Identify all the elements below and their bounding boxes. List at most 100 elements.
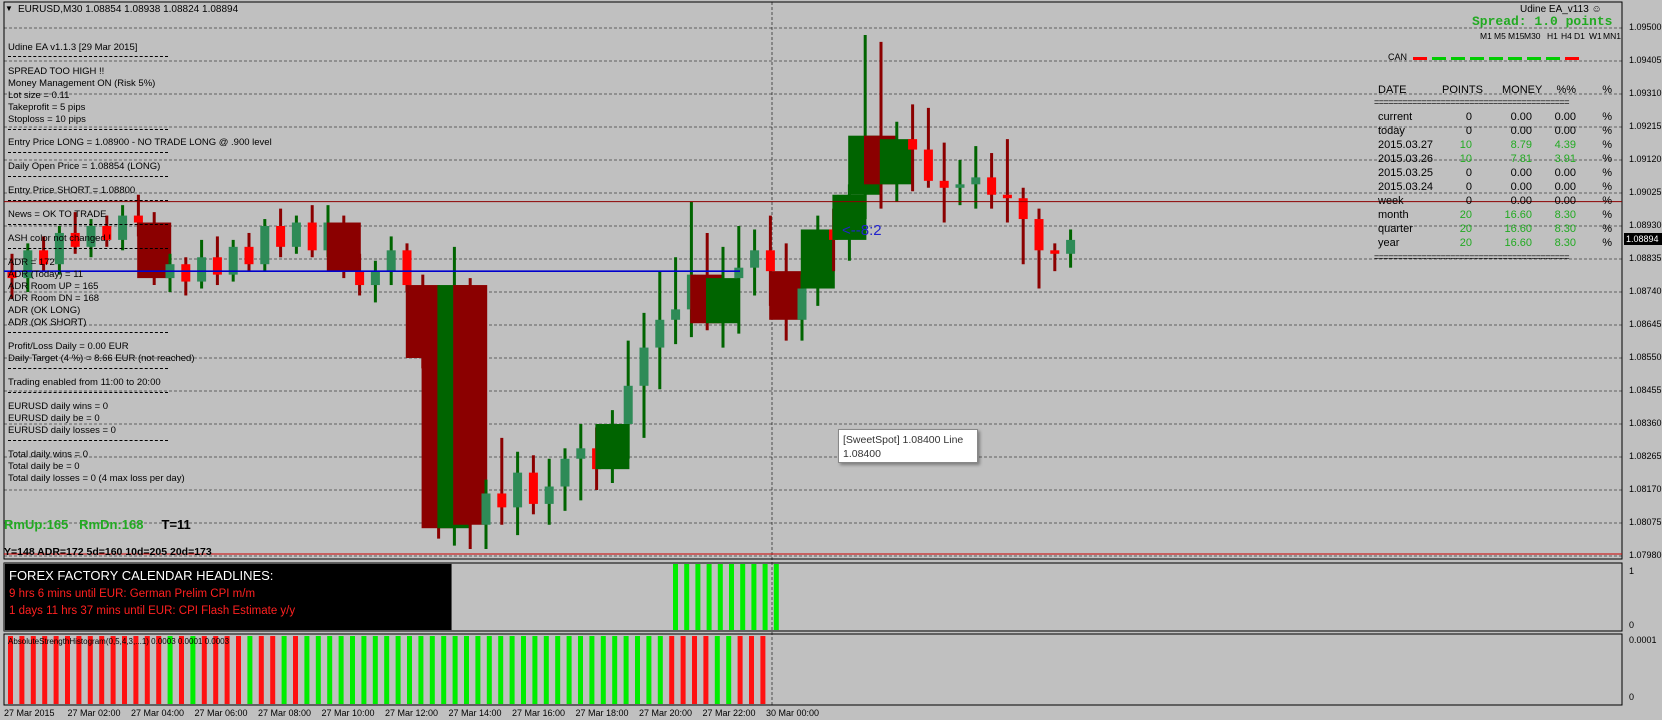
histogram-bar xyxy=(703,636,709,704)
price-label: 1.08455 xyxy=(1629,385,1662,395)
stats-date: week xyxy=(1378,195,1404,207)
histogram-bar xyxy=(464,636,469,704)
info-line: EURUSD daily be = 0 xyxy=(8,413,100,424)
candle-body xyxy=(481,493,491,525)
adr-line: Y=148 ADR=172 5d=160 10d=205 20d=173 xyxy=(4,546,212,558)
info-line: ADR (Today) = 11 xyxy=(8,269,84,280)
stats-value: % xyxy=(1602,167,1612,179)
stats-header: %% xyxy=(1556,84,1576,96)
histogram-bar xyxy=(270,636,276,704)
histogram-bar xyxy=(429,636,435,704)
candle-body xyxy=(671,309,681,320)
time-label: 27 Mar 10:00 xyxy=(321,708,375,718)
time-label: 30 Mar 00:00 xyxy=(766,708,820,718)
timeframe-signal-dash xyxy=(1527,57,1541,60)
histogram-bar xyxy=(87,636,93,704)
chart-dropdown-icon[interactable]: ▼ xyxy=(5,4,13,13)
histogram-bar xyxy=(600,636,606,704)
candle-body xyxy=(402,250,412,286)
timeframe-signal-dash xyxy=(1413,57,1427,60)
histogram-bar xyxy=(281,636,287,704)
stats-value: 0.00 xyxy=(1554,195,1576,207)
price-label: 1.08075 xyxy=(1629,517,1662,527)
info-separator xyxy=(8,152,168,153)
histogram-bar xyxy=(726,636,732,704)
histogram-bar xyxy=(692,636,697,704)
candle-body xyxy=(212,257,222,275)
info-separator xyxy=(8,176,168,177)
info-line: Stoploss = 10 pips xyxy=(8,114,86,125)
candle-body xyxy=(706,278,740,324)
histogram-bar xyxy=(498,636,504,704)
stats-value: % xyxy=(1602,237,1612,249)
candle-body xyxy=(1034,219,1044,251)
stats-value: 0 xyxy=(1465,195,1472,207)
info-line: Entry Price LONG = 1.08900 - NO TRADE LO… xyxy=(8,137,272,148)
time-label: 27 Mar 02:00 xyxy=(67,708,121,718)
stats-value: 0.00 xyxy=(1554,125,1576,137)
price-label: 1.09215 xyxy=(1629,121,1662,131)
timeframe-signal-dash xyxy=(1451,57,1465,60)
candle-body xyxy=(513,472,523,508)
time-label: 27 Mar 2015 xyxy=(4,708,55,718)
timeframe-m15: M15 xyxy=(1508,31,1525,41)
news-line: 9 hrs 6 mins until EUR: German Prelim CP… xyxy=(9,588,256,600)
stats-value: 10 xyxy=(1459,139,1472,151)
price-label: 1.08265 xyxy=(1629,451,1662,461)
time-label: 27 Mar 04:00 xyxy=(131,708,185,718)
stats-header: % xyxy=(1602,84,1612,96)
candle-body xyxy=(181,264,191,282)
candle-body xyxy=(560,458,570,487)
timeframe-signal-dash xyxy=(1489,57,1503,60)
stats-date: 2015.03.25 xyxy=(1378,167,1434,179)
timeframe-m30: M30 xyxy=(1524,31,1541,41)
timeframe-d1: D1 xyxy=(1574,31,1585,41)
info-separator xyxy=(8,248,168,249)
candle-body xyxy=(639,347,649,386)
candle-body xyxy=(544,486,554,504)
info-separator xyxy=(8,440,168,441)
indicator-bar xyxy=(706,564,712,630)
stats-value: 0 xyxy=(1465,111,1472,123)
candle-body xyxy=(655,319,665,348)
price-label: 1.08645 xyxy=(1629,319,1662,329)
candle-body xyxy=(453,285,488,525)
stats-header: DATE xyxy=(1378,84,1407,96)
histogram-bar xyxy=(646,636,652,704)
histogram-bar xyxy=(635,636,640,704)
histogram-bar xyxy=(133,636,139,704)
histogram-bar xyxy=(53,636,59,704)
stats-value: 0.00 xyxy=(1510,195,1532,207)
candle xyxy=(260,219,270,272)
info-line: ADR (OK LONG) xyxy=(8,305,81,316)
candle-body xyxy=(939,180,949,188)
histogram-bar xyxy=(737,636,743,704)
stats-value: 0.00 xyxy=(1554,167,1576,179)
timeframe-h1: H1 xyxy=(1547,31,1558,41)
tooltip-line-1: [SweetSpot] 1.08400 Line xyxy=(843,434,964,446)
stats-value: % xyxy=(1602,209,1612,221)
histogram-bar xyxy=(680,636,686,704)
stats-date: 2015.03.27 xyxy=(1378,139,1434,151)
today-range: T=11 xyxy=(161,517,191,532)
stats-value: 8.79 xyxy=(1510,139,1532,151)
histogram-bar xyxy=(167,636,173,704)
stats-value: 7.81 xyxy=(1510,153,1532,165)
can-label: CAN xyxy=(1388,52,1408,62)
histogram-label: AbsoluteStrengthHistogram(0,5,4,3,...1) … xyxy=(8,637,230,646)
candle-body xyxy=(497,493,507,508)
timeframe-signal-dash xyxy=(1432,57,1446,60)
candle-body xyxy=(386,250,396,272)
stats-value: 20 xyxy=(1459,209,1472,221)
histogram-bar xyxy=(555,636,561,704)
histogram-bar xyxy=(190,636,196,704)
info-line: ADR Room DN = 168 xyxy=(8,293,100,304)
stats-value: 0.00 xyxy=(1510,167,1532,179)
histogram-bar xyxy=(304,636,310,704)
candle-body xyxy=(528,472,538,504)
stats-header: MONEY xyxy=(1502,84,1543,96)
indicator-bar xyxy=(695,564,701,630)
histogram-bar xyxy=(714,636,720,704)
price-label: 1.08550 xyxy=(1629,352,1662,362)
info-line: ADR Room UP = 165 xyxy=(8,281,99,292)
